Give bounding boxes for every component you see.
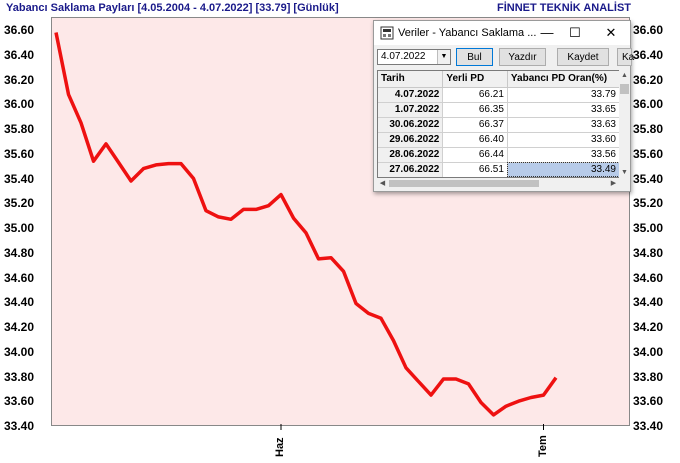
cell-foreign[interactable]: 33.49 (507, 162, 620, 177)
cell-local[interactable]: 66.44 (442, 147, 508, 163)
data-grid[interactable]: Tarih Yerli PD Yabancı PD Oran(%) 4.07.2… (377, 70, 621, 178)
grid-header-row: Tarih Yerli PD Yabancı PD Oran(%) (378, 71, 620, 88)
cell-foreign[interactable]: 33.65 (507, 102, 620, 118)
column-header-date[interactable]: Tarih (378, 71, 444, 88)
save-button[interactable]: Kaydet (557, 48, 609, 66)
scroll-down-icon[interactable]: ▼ (619, 167, 630, 178)
scroll-thumb[interactable] (620, 84, 629, 94)
cell-foreign[interactable]: 33.56 (507, 147, 620, 163)
table-row[interactable]: 1.07.2022 66.35 33.65 (378, 102, 620, 118)
window-title: Veriler - Yabancı Saklama ... (398, 27, 537, 39)
data-window[interactable]: Veriler - Yabancı Saklama ... — ☐ ✕ 4.07… (373, 20, 634, 192)
date-select[interactable]: 4.07.2022 ▼ (377, 49, 451, 65)
scroll-up-icon[interactable]: ▲ (619, 70, 630, 81)
table-row[interactable]: 29.06.2022 66.40 33.60 (378, 132, 620, 148)
cell-foreign[interactable]: 33.63 (507, 117, 620, 133)
window-title-bar[interactable]: Veriler - Yabancı Saklama ... — ☐ ✕ (374, 21, 630, 45)
scroll-thumb-horizontal[interactable] (389, 180, 539, 187)
table-row[interactable]: 30.06.2022 66.37 33.63 (378, 117, 620, 133)
cell-date[interactable]: 28.06.2022 (378, 147, 444, 163)
close-button[interactable]: ✕ (601, 24, 621, 42)
cell-date[interactable]: 4.07.2022 (378, 87, 444, 103)
close-data-button[interactable]: Ka (617, 48, 634, 66)
cell-local[interactable]: 66.51 (442, 162, 508, 177)
cell-local[interactable]: 66.40 (442, 132, 508, 148)
maximize-button[interactable]: ☐ (565, 24, 585, 42)
find-button[interactable]: Bul (456, 48, 493, 66)
cell-foreign[interactable]: 33.79 (507, 87, 620, 103)
horizontal-scrollbar[interactable]: ◀ ▶ (377, 178, 619, 189)
cell-date[interactable]: 30.06.2022 (378, 117, 444, 133)
column-header-foreign[interactable]: Yabancı PD Oran(%) (507, 71, 620, 88)
toolbar: 4.07.2022 ▼ Bul Yazdır Kaydet Ka (374, 47, 634, 69)
app-icon (380, 26, 394, 40)
cell-date[interactable]: 29.06.2022 (378, 132, 444, 148)
chevron-down-icon[interactable]: ▼ (437, 50, 450, 64)
cell-date[interactable]: 1.07.2022 (378, 102, 444, 118)
minimize-button[interactable]: — (537, 24, 557, 42)
print-button[interactable]: Yazdır (499, 48, 546, 66)
cell-local[interactable]: 66.21 (442, 87, 508, 103)
cell-local[interactable]: 66.37 (442, 117, 508, 133)
table-row[interactable]: 4.07.2022 66.21 33.79 (378, 87, 620, 103)
scroll-right-icon[interactable]: ▶ (608, 178, 619, 189)
table-row[interactable]: 28.06.2022 66.44 33.56 (378, 147, 620, 163)
vertical-scrollbar[interactable]: ▲ ▼ (619, 70, 630, 178)
scroll-left-icon[interactable]: ◀ (377, 178, 388, 189)
cell-date[interactable]: 27.06.2022 (378, 162, 444, 177)
table-row[interactable]: 27.06.2022 66.51 33.49 (378, 162, 620, 177)
cell-local[interactable]: 66.35 (442, 102, 508, 118)
cell-foreign[interactable]: 33.60 (507, 132, 620, 148)
date-value: 4.07.2022 (381, 51, 426, 62)
column-header-local[interactable]: Yerli PD (442, 71, 508, 88)
